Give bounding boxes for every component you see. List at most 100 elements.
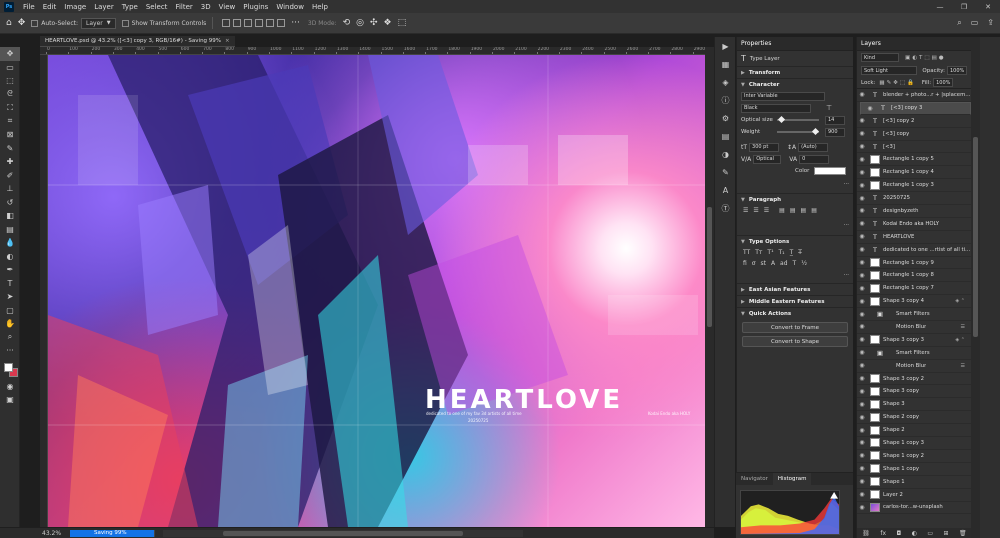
underline-icon[interactable]: T̲ [790, 249, 794, 256]
layer-row[interactable]: ◉ ▣ Smart Filters [857, 308, 971, 322]
layer-row[interactable]: ◉ Shape 3 copy 4 ◈ ⌃ [857, 295, 971, 309]
filter-options-icon[interactable]: ☰ [961, 363, 965, 369]
leading-input[interactable]: (Auto) [798, 142, 829, 152]
menu-help[interactable]: Help [308, 3, 332, 11]
blend-mode-dropdown[interactable]: Soft Light [861, 66, 918, 75]
align-center-icon[interactable]: ☰ [753, 207, 758, 217]
variable-font-icon[interactable]: ⊤ [826, 104, 832, 112]
foreground-color[interactable] [4, 362, 13, 372]
maximize-button[interactable]: ❐ [952, 0, 976, 13]
layer-row[interactable]: ◉ Shape 3 copy 3 ◈ ⌃ [857, 334, 971, 347]
layer-row[interactable]: ◉ Shape 3 copy 2 [857, 373, 971, 386]
stamp-tool-icon[interactable]: ⊥ [0, 182, 20, 196]
adjustment-icon[interactable]: ◐ [912, 530, 917, 537]
visibility-eye-icon[interactable]: ◉ [857, 259, 867, 266]
layer-row[interactable]: ◉ Shape 3 [857, 398, 971, 412]
layer-row[interactable]: ◉ Shape 1 copy [857, 463, 971, 476]
object-select-icon[interactable]: ⛶ [0, 101, 20, 115]
scroll-thumb[interactable] [707, 207, 712, 327]
transform-controls-checkbox[interactable] [121, 19, 129, 27]
close-tab-icon[interactable]: × [225, 38, 230, 44]
visibility-eye-icon[interactable]: ◉ [857, 130, 867, 137]
optical-size-slider[interactable] [777, 115, 819, 124]
visibility-eye-icon[interactable]: ◉ [857, 388, 867, 395]
menu-type[interactable]: Type [118, 3, 142, 11]
visibility-eye-icon[interactable]: ◉ [857, 323, 867, 330]
swash-icon[interactable]: st [760, 260, 765, 267]
properties-tab[interactable]: Properties [737, 37, 853, 51]
auto-select-checkbox[interactable] [31, 19, 39, 27]
visibility-eye-icon[interactable]: ◉ [857, 439, 867, 446]
history-brush-icon[interactable]: ↺ [0, 196, 20, 210]
fx-icon[interactable]: fx [880, 530, 886, 537]
layer-row[interactable]: ◉ Rectangle 1 copy 4 [857, 166, 971, 180]
mask-icon[interactable]: ◘ [896, 530, 901, 537]
visibility-eye-icon[interactable]: ◉ [857, 143, 867, 150]
opacity-input[interactable]: 100% [947, 66, 967, 75]
more-options-icon[interactable]: ... [844, 221, 849, 227]
visibility-eye-icon[interactable]: ◉ [857, 182, 867, 189]
strikethrough-icon[interactable]: T̶ [798, 249, 802, 256]
stylistic-alt-icon[interactable]: A [771, 260, 775, 267]
layer-row[interactable]: ◉ Motion Blur ☰ [857, 321, 971, 334]
optical-size-input[interactable]: 14 [825, 115, 845, 125]
scroll-thumb[interactable] [223, 530, 463, 536]
menu-file[interactable]: File [19, 3, 39, 11]
layer-row[interactable]: ◉ T [<3] [857, 141, 971, 154]
type-tool-icon[interactable]: T [0, 277, 20, 291]
close-button[interactable]: ✕ [976, 0, 1000, 13]
visibility-eye-icon[interactable]: ◉ [857, 414, 867, 421]
visibility-eye-icon[interactable]: ◉ [857, 246, 867, 253]
more-tools-icon[interactable]: ··· [0, 344, 20, 358]
align-left-icon[interactable] [222, 19, 231, 27]
blur-tool-icon[interactable]: 💧 [0, 236, 20, 250]
layer-row[interactable]: ◉ Shape 1 copy 3 [857, 437, 971, 450]
layer-row[interactable]: ◉ T [<3] copy 2 [857, 115, 971, 128]
visibility-eye-icon[interactable]: ◉ [857, 195, 867, 202]
smart-object-fx-icon[interactable]: ◈ ⌃ [955, 337, 965, 343]
swatches-icon[interactable]: ▦ [715, 55, 736, 73]
layers-tab[interactable]: Layers [857, 37, 971, 51]
layer-row[interactable]: ◉ Rectangle 1 copy 8 [857, 269, 971, 283]
fractions-icon[interactable]: ½ [801, 260, 807, 267]
share-icon[interactable]: ⇪ [987, 18, 994, 28]
justify-right-icon[interactable]: ▤ [801, 207, 807, 217]
filter-options-icon[interactable]: ☰ [961, 324, 965, 330]
transform-section[interactable]: ▶ Transform [737, 66, 853, 78]
canvas-vertical-scrollbar[interactable] [705, 47, 714, 527]
tab-navigator[interactable]: Navigator [736, 473, 773, 485]
quick-actions-section[interactable]: ▼ Quick Actions [737, 307, 853, 319]
layer-row[interactable]: ◉ Tblender + photo...r + |splacement [857, 89, 971, 102]
more-options-icon[interactable]: ... [844, 271, 849, 277]
layer-row[interactable]: ◉ Shape 2 [857, 424, 971, 438]
weight-slider[interactable] [777, 127, 820, 136]
layer-row[interactable]: ◉ Shape 1 copy 2 [857, 450, 971, 463]
layer-row[interactable]: ◉ T Kodai Endo aka HOLY [857, 218, 971, 231]
search-icon[interactable]: ⌕ [957, 18, 961, 28]
document-canvas[interactable]: HEARTLOVE dedicated to one of my fav 3d … [48, 55, 705, 527]
font-style-dropdown[interactable]: Black [741, 103, 811, 113]
visibility-eye-icon[interactable]: ◉ [857, 91, 867, 98]
home-icon[interactable]: ⌂ [6, 18, 12, 28]
visibility-eye-icon[interactable]: ◉ [857, 298, 867, 305]
layer-row[interactable]: ◉ ▣ Smart Filters [857, 347, 971, 360]
lock-icons[interactable]: ▦✎✥⬚🔒 [879, 80, 915, 86]
titling-icon[interactable]: ad [780, 260, 788, 267]
pen-tool-icon[interactable]: ✒ [0, 263, 20, 277]
marquee-tool-icon[interactable]: ⬚ [0, 74, 20, 88]
crop-tool-icon[interactable]: ⌗ [0, 115, 20, 129]
align-top-icon[interactable] [255, 19, 264, 27]
layer-row[interactable]: ◉ Shape 1 [857, 476, 971, 489]
layer-row[interactable]: ◉ Motion Blur ☰ [857, 360, 971, 373]
3d-slide-icon[interactable]: ❖ [384, 18, 392, 28]
3d-rotate-icon[interactable]: ⟲ [343, 18, 351, 28]
small-caps-icon[interactable]: Tт [755, 249, 762, 256]
move-tool-icon[interactable]: ✥ [0, 47, 20, 61]
layers-scrollbar[interactable] [971, 37, 980, 538]
visibility-eye-icon[interactable]: ◉ [857, 285, 867, 292]
visibility-eye-icon[interactable]: ◉ [857, 362, 867, 369]
visibility-eye-icon[interactable]: ◉ [857, 478, 867, 485]
ligature-icon[interactable]: ﬁ [743, 260, 747, 267]
more-options-icon[interactable]: ··· [291, 18, 300, 28]
visibility-eye-icon[interactable]: ◉ [857, 401, 867, 408]
